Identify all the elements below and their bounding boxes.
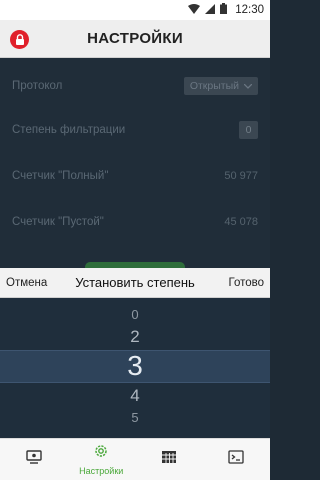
nav-item-grid[interactable] [135,439,203,480]
picker-item[interactable]: 5 [0,410,270,425]
battery-icon [220,1,228,19]
picker-header: Отмена Установить степень Готово [0,268,270,298]
nav-label-settings: Настройки [79,466,124,476]
nav-item-monitor[interactable] [0,439,68,480]
app-bar: НАСТРОЙКИ [0,20,270,58]
setting-row-counter-full: Счетчик "Полный" 50 977 [0,154,270,198]
setting-row-counter-empty: Счетчик "Пустой" 45 078 [0,200,270,244]
protocol-label: Протокол [12,80,63,92]
nav-item-settings[interactable]: Настройки [68,439,136,480]
monitor-icon [26,450,42,469]
picker-item[interactable]: 2 [0,327,270,347]
setting-row-filter-level[interactable]: Степень фильтрации 0 [0,108,270,152]
filter-level-label: Степень фильтрации [12,124,126,136]
wifi-icon [188,1,201,19]
bottom-nav: Настройки [0,438,270,480]
lock-icon[interactable] [10,30,29,49]
terminal-icon [228,450,244,469]
gear-icon [93,443,109,464]
cancel-button[interactable]: Отмена [6,277,47,289]
filter-level-value[interactable]: 0 [239,121,258,139]
protocol-select[interactable]: Открытый [183,77,258,95]
settings-list: Протокол Открытый Степень фильтрации 0 С… [0,58,270,268]
status-time: 12:30 [235,4,264,16]
counter-full-label: Счетчик "Полный" [12,170,109,182]
status-bar: 12:30 [0,0,270,20]
picker-item-selected[interactable]: 3 [0,350,270,382]
done-button[interactable]: Готово [228,277,264,289]
protocol-value: Открытый [189,80,239,92]
nav-item-terminal[interactable] [203,439,271,480]
chevron-down-icon [243,80,253,92]
page-title: НАСТРОЙКИ [87,30,183,47]
picker-item[interactable]: 4 [0,386,270,406]
setting-row-protocol[interactable]: Протокол Открытый [0,64,270,108]
number-picker-wheel[interactable]: 0 2 3 4 5 [0,298,270,438]
counter-full-value: 50 977 [224,170,258,182]
grid-icon [161,450,177,469]
counter-empty-value: 45 078 [224,216,258,228]
counter-empty-label: Счетчик "Пустой" [12,216,104,228]
picker-item[interactable]: 0 [0,307,270,322]
signal-icon [205,1,216,19]
